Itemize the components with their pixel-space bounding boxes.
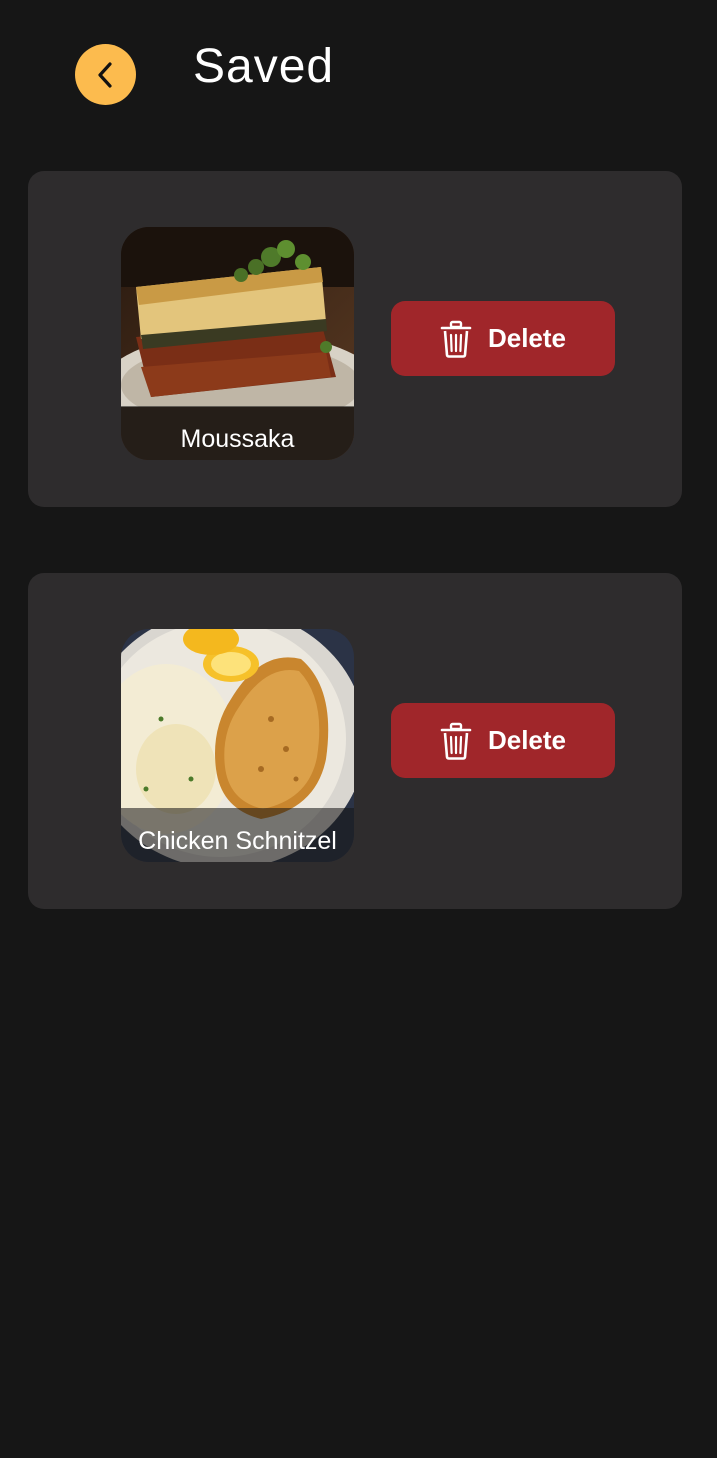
trash-icon	[440, 722, 472, 760]
saved-screen: Saved Moussaka Delete Chicken Schnitzel …	[0, 0, 717, 1458]
saved-recipe-card: Moussaka Delete	[28, 171, 682, 507]
recipe-name: Chicken Schnitzel	[138, 827, 337, 855]
delete-button[interactable]: Delete	[391, 301, 615, 376]
delete-button-label: Delete	[487, 323, 567, 353]
back-button[interactable]	[75, 44, 136, 105]
recipe-thumbnail[interactable]: Chicken Schnitzel	[121, 629, 354, 862]
delete-button[interactable]: Delete	[391, 703, 615, 778]
delete-button-label: Delete	[487, 725, 567, 755]
chevron-left-icon	[97, 61, 112, 88]
saved-recipe-card: Chicken Schnitzel Delete	[28, 573, 682, 909]
recipe-thumbnail[interactable]: Moussaka	[121, 227, 354, 460]
recipe-name: Moussaka	[180, 425, 295, 453]
page-title: Saved	[193, 40, 335, 93]
trash-icon	[440, 320, 472, 358]
